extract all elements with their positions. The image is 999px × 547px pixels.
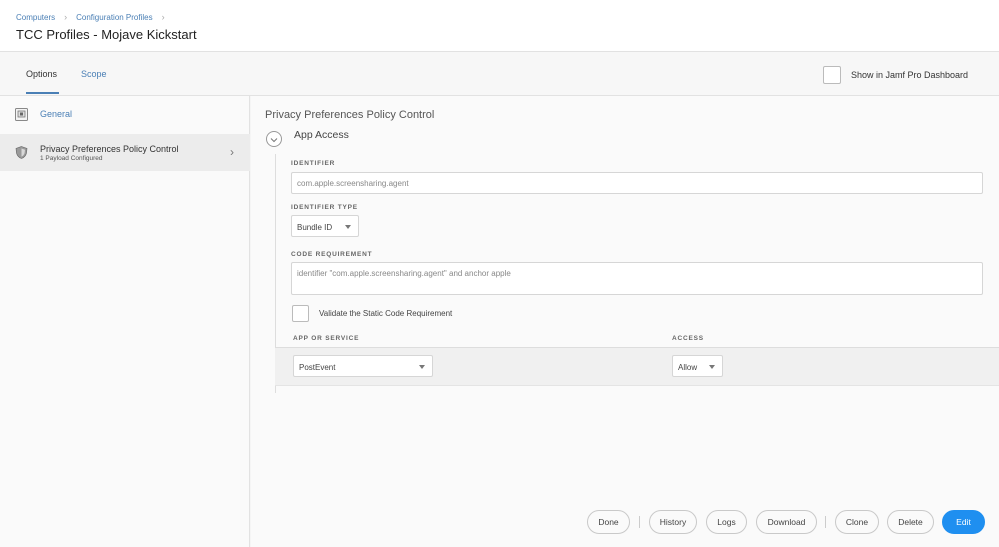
footer-separator [639,516,640,528]
identifier-label: IDENTIFIER [291,160,336,167]
page-title: TCC Profiles - Mojave Kickstart [16,27,197,42]
identifier-type-select[interactable]: Bundle ID [291,215,359,237]
caret-down-icon [419,365,425,369]
payload-sidebar: General Privacy Preferences Policy Contr… [0,96,250,547]
access-value: Allow [678,363,698,372]
clone-button[interactable]: Clone [835,510,879,534]
breadcrumb-configuration-profiles[interactable]: Configuration Profiles [76,13,152,22]
identifier-type-label: IDENTIFIER TYPE [291,204,358,211]
identifier-field[interactable]: com.apple.screensharing.agent [291,172,983,194]
footer-separator [825,516,826,528]
show-in-dashboard-label: Show in Jamf Pro Dashboard [851,70,969,80]
subsection-title: App Access [294,129,349,141]
validate-code-requirement-checkbox[interactable] [292,305,309,322]
sidebar-item-general[interactable]: General [0,96,250,132]
code-requirement-label: CODE REQUIREMENT [291,251,373,258]
validate-code-requirement-label: Validate the Static Code Requirement [319,309,453,318]
page-header: Computers › Configuration Profiles › TCC… [0,0,999,52]
sidebar-item-privacy-preferences[interactable]: Privacy Preferences Policy Control 1 Pay… [0,134,250,171]
tabs-bar: Options Scope Show in Jamf Pro Dashboard [0,52,999,96]
breadcrumb-computers[interactable]: Computers [16,13,55,22]
payload-count: 1 Payload Configured [40,155,103,162]
access-select[interactable]: Allow [672,355,723,377]
logs-button[interactable]: Logs [706,510,747,534]
main-content: Privacy Preferences Policy Control App A… [251,96,999,547]
active-tab-indicator [26,92,59,94]
breadcrumb: Computers › Configuration Profiles › [16,12,174,22]
collapse-button[interactable] [266,131,282,147]
history-button[interactable]: History [649,510,697,534]
sidebar-item-label: Privacy Preferences Policy Control [40,144,179,154]
code-requirement-field[interactable]: identifier "com.apple.screensharing.agen… [291,262,983,295]
app-or-service-select[interactable]: PostEvent [293,355,433,377]
show-in-dashboard-checkbox[interactable] [823,66,841,84]
chevron-down-icon [270,130,278,148]
breadcrumb-separator: › [64,12,68,22]
caret-down-icon [709,365,715,369]
delete-button[interactable]: Delete [887,510,934,534]
column-header-access: ACCESS [672,335,704,342]
section-title: Privacy Preferences Policy Control [265,109,435,121]
done-button[interactable]: Done [587,510,630,534]
table-row: PostEvent Allow [275,347,999,386]
tab-options[interactable]: Options [26,69,57,79]
caret-down-icon [345,225,351,229]
chevron-right-icon: › [230,145,234,159]
app-or-service-value: PostEvent [299,363,336,372]
tab-scope[interactable]: Scope [81,69,107,79]
sidebar-item-label: General [40,109,73,119]
shield-icon [15,146,28,159]
identifier-type-value: Bundle ID [297,223,333,232]
column-header-app-or-service: APP OR SERVICE [293,335,360,342]
breadcrumb-separator: › [161,12,165,22]
download-button[interactable]: Download [756,510,817,534]
general-settings-icon [15,108,28,121]
edit-button[interactable]: Edit [942,510,985,534]
